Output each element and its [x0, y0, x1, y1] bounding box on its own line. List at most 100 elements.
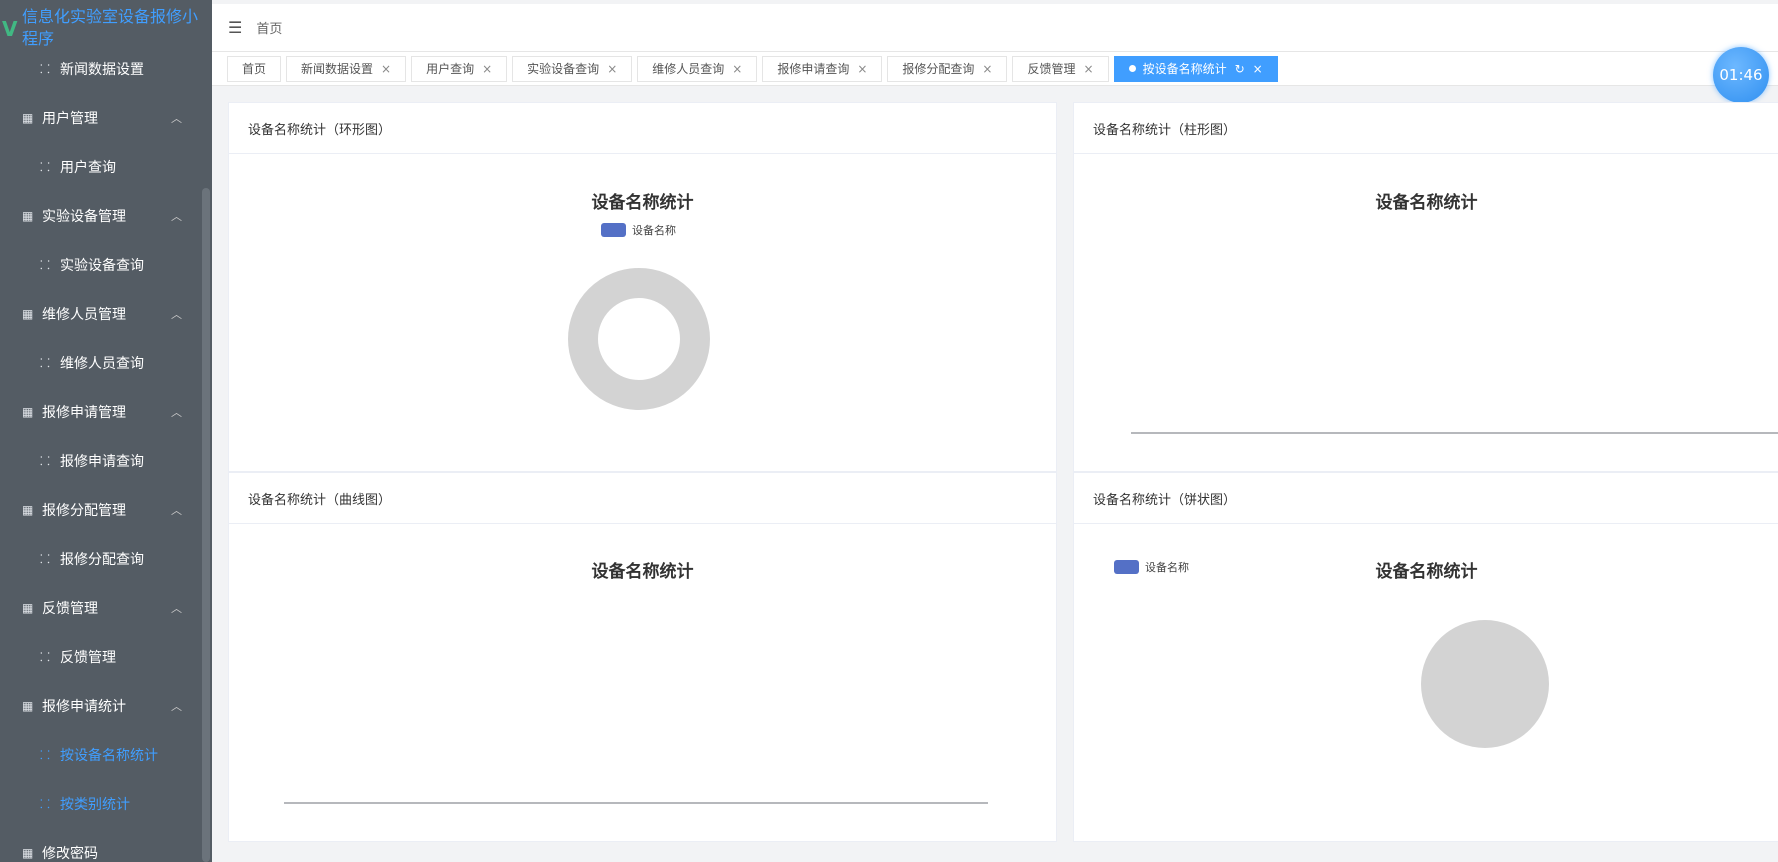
close-icon[interactable]: × [982, 62, 992, 76]
tab-label: 维修人员查询 [652, 62, 725, 76]
sidebar-item-label: 维修人员管理 [42, 306, 126, 323]
sidebar-item[interactable]: ▦ 修改密码 [0, 828, 202, 862]
tab[interactable]: 用户查询 × [411, 55, 508, 82]
sidebar-item[interactable]: ⸬ 反馈管理 [0, 632, 202, 681]
chevron-up-icon[interactable]: ︿ [171, 600, 182, 616]
tab[interactable]: 按设备名称统计 ↻ × [1113, 55, 1278, 82]
menu-group-icon: ▦ [22, 306, 34, 321]
donut-chart-panel: 设备名称统计（环形图） 设备名称统计 设备名称 [228, 102, 1057, 472]
sidebar-item[interactable]: ⸬ 实验设备查询 [0, 240, 202, 289]
close-icon[interactable]: × [1084, 62, 1094, 76]
sidebar-item[interactable]: ▦ 维修人员管理 ︿ [0, 289, 202, 338]
sidebar-item-label: 报修申请管理 [42, 404, 126, 421]
menu-toggle-icon[interactable]: ☰ [228, 18, 242, 37]
grid-icon: ⸬ [40, 258, 50, 272]
tab-label: 实验设备查询 [527, 62, 600, 76]
sidebar-item[interactable]: ▦ 实验设备管理 ︿ [0, 191, 202, 240]
sidebar-item[interactable]: ⸬ 按设备名称统计 [0, 730, 202, 779]
active-dot-icon [1128, 65, 1136, 72]
sidebar-item-label: 报修申请查询 [60, 453, 144, 470]
sidebar-item-label: 反馈管理 [60, 649, 116, 666]
tab-label: 用户查询 [426, 62, 475, 76]
chevron-up-icon[interactable]: ︿ [171, 110, 182, 126]
sidebar-item-label: 报修分配查询 [60, 551, 144, 568]
sidebar-item[interactable]: ▦ 反馈管理 ︿ [0, 583, 202, 632]
chevron-up-icon[interactable]: ︿ [171, 698, 182, 714]
pie-chart-panel: 设备名称统计（饼状图） 设备名称统计 设备名称 [1073, 472, 1778, 842]
empty-pie [1421, 620, 1549, 748]
sidebar-item[interactable]: ⸬ 新闻数据设置 [0, 44, 202, 93]
bar-chart [1131, 432, 1778, 434]
grid-icon: ⸬ [40, 797, 50, 811]
sidebar-item-label: 报修分配管理 [42, 502, 126, 519]
grid-icon: ⸬ [40, 650, 50, 664]
menu-group-icon: ▦ [22, 600, 34, 615]
menu-group-icon: ▦ [22, 404, 34, 419]
tab-label: 新闻数据设置 [301, 62, 374, 76]
sidebar-item-label: 按设备名称统计 [60, 747, 158, 764]
tab[interactable]: 新闻数据设置 × [286, 55, 407, 82]
tab-label: 首页 [242, 62, 267, 76]
sidebar-item-label: 实验设备查询 [60, 257, 144, 274]
grid-icon: ⸬ [40, 748, 50, 762]
sidebar-item[interactable]: ⸬ 按类别统计 [0, 779, 202, 828]
close-icon[interactable]: × [482, 62, 492, 76]
tab[interactable]: 反馈管理 × [1012, 55, 1109, 82]
tab[interactable]: 报修分配查询 × [887, 55, 1008, 82]
close-icon[interactable]: × [607, 62, 617, 76]
grid-icon: ⸬ [40, 160, 50, 174]
menu-group-icon: ▦ [22, 208, 34, 223]
grid-icon: ⸬ [40, 62, 50, 76]
top-header: ☰ 首页 [212, 4, 1778, 52]
tab[interactable]: 实验设备查询 × [512, 55, 633, 82]
breadcrumb[interactable]: 首页 [256, 18, 282, 37]
empty-donut-ring [568, 268, 710, 410]
sidebar-item-label: 修改密码 [42, 845, 98, 862]
sidebar-item-label: 反馈管理 [42, 600, 98, 617]
close-icon[interactable]: × [732, 62, 742, 76]
app-title: 信息化实验室设备报修小程序 [22, 7, 199, 48]
sidebar-item[interactable]: ▦ 报修分配管理 ︿ [0, 485, 202, 534]
sidebar-item-label: 用户查询 [60, 159, 116, 176]
sidebar: V 信息化实验室设备报修小程序 ⸬ 新闻数据设置 ▦ 用户管理 ︿ ⸬ 用户查询 ▦ 实验设备管理… [0, 0, 212, 862]
timer-badge[interactable]: 01:46 [1713, 47, 1769, 103]
donut-chart [568, 268, 710, 410]
sidebar-item-label: 按类别统计 [60, 796, 130, 813]
close-icon[interactable]: × [381, 62, 391, 76]
line-chart [284, 802, 988, 804]
tab-bar: 首页 新闻数据设置 × 用户查询 × 实验设备查询 × 维修人员查询 × 报修申请查询 × 报修分配查… [212, 52, 1778, 86]
close-icon[interactable]: × [1253, 62, 1263, 76]
sidebar-item-label: 用户管理 [42, 110, 98, 127]
sidebar-item-label: 维修人员查询 [60, 355, 144, 372]
chevron-up-icon[interactable]: ︿ [171, 208, 182, 224]
sidebar-item[interactable]: ▦ 报修申请管理 ︿ [0, 387, 202, 436]
tab[interactable]: 维修人员查询 × [637, 55, 758, 82]
sidebar-item[interactable]: ⸬ 报修申请查询 [0, 436, 202, 485]
chevron-up-icon[interactable]: ︿ [171, 502, 182, 518]
pie-chart [1421, 620, 1549, 748]
grid-icon: ⸬ [40, 454, 50, 468]
tab[interactable]: 首页 [227, 55, 282, 82]
tab[interactable]: 报修申请查询 × [762, 55, 883, 82]
tab-label: 报修申请查询 [777, 62, 850, 76]
chevron-up-icon[interactable]: ︿ [171, 306, 182, 322]
refresh-icon[interactable]: ↻ [1235, 62, 1245, 76]
sidebar-item[interactable]: ▦ 报修申请统计 ︿ [0, 681, 202, 730]
sidebar-item[interactable]: ⸬ 报修分配查询 [0, 534, 202, 583]
close-icon[interactable]: × [857, 62, 867, 76]
sidebar-item-label: 报修申请统计 [42, 698, 126, 715]
sidebar-item[interactable]: ⸬ 用户查询 [0, 142, 202, 191]
sidebar-scrollbar[interactable] [202, 188, 210, 862]
sidebar-item-label: 实验设备管理 [42, 208, 126, 225]
tab-label: 报修分配查询 [902, 62, 975, 76]
bar-chart-panel: 设备名称统计（柱形图） 设备名称统计 [1073, 102, 1778, 472]
menu-group-icon: ▦ [22, 845, 34, 860]
vue-logo-icon: V [2, 17, 18, 41]
tab-label: 按设备名称统计 [1142, 62, 1227, 76]
sidebar-item[interactable]: ⸬ 维修人员查询 [0, 338, 202, 387]
menu-group-icon: ▦ [22, 502, 34, 517]
chevron-up-icon[interactable]: ︿ [171, 404, 182, 420]
grid-icon: ⸬ [40, 552, 50, 566]
tab-label: 反馈管理 [1027, 62, 1076, 76]
sidebar-item[interactable]: ▦ 用户管理 ︿ [0, 93, 202, 142]
